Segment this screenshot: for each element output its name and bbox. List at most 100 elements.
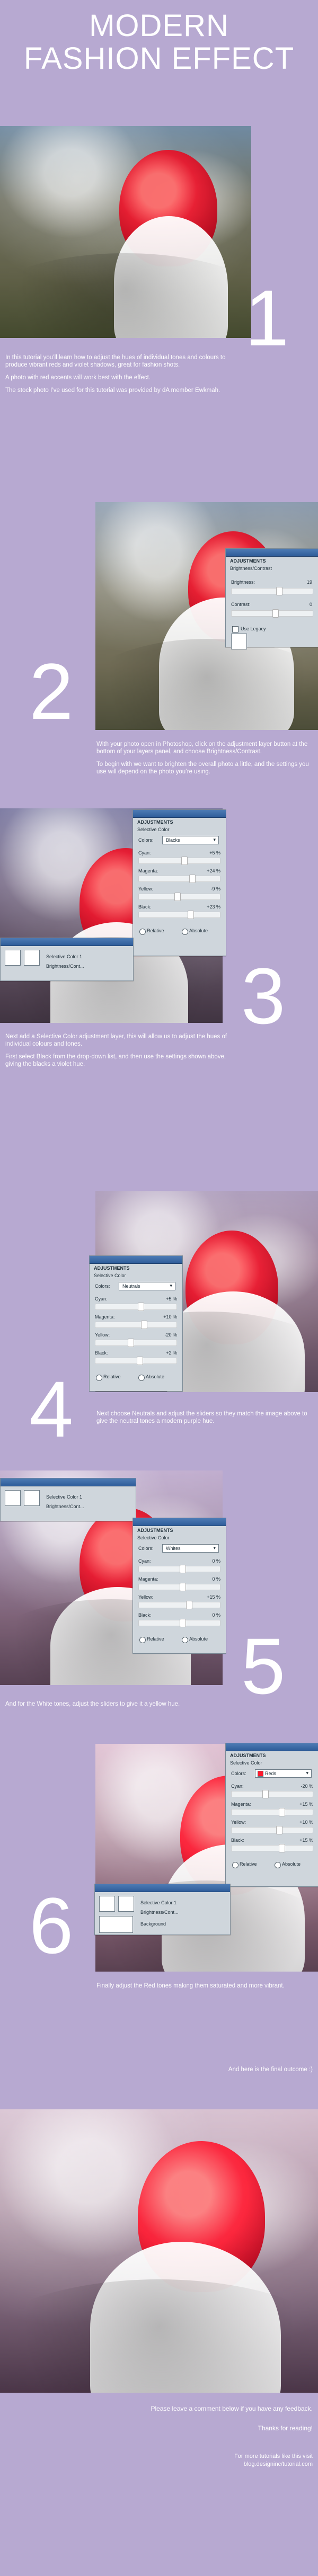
red-swatch-icon xyxy=(258,1771,263,1777)
black-slider[interactable] xyxy=(231,1844,313,1852)
cyan-slider[interactable] xyxy=(95,1303,177,1311)
magenta-slider[interactable] xyxy=(95,1321,177,1329)
magenta-slider-knob[interactable] xyxy=(278,1808,285,1816)
step-number-2: 2 xyxy=(29,647,73,736)
magenta-slider-knob[interactable] xyxy=(140,1321,147,1329)
colors-dropdown-value: Reds xyxy=(265,1771,277,1776)
final-outcome-photo xyxy=(0,2109,318,2393)
yellow-slider-knob[interactable] xyxy=(276,1826,283,1834)
magenta-value: +10 % xyxy=(163,1314,177,1320)
cyan-value: +5 % xyxy=(166,1296,177,1302)
colors-dropdown[interactable]: Blacks ▾ xyxy=(162,836,219,844)
footer: Please leave a comment below if you have… xyxy=(95,2405,313,2468)
yellow-slider[interactable] xyxy=(138,893,220,901)
thanks-text: Thanks for reading! xyxy=(258,2425,313,2432)
magenta-slider[interactable] xyxy=(138,1583,220,1591)
magenta-value: +15 % xyxy=(299,1802,313,1807)
cyan-slider-knob[interactable] xyxy=(262,1790,269,1798)
black-slider-knob[interactable] xyxy=(187,911,194,919)
black-slider[interactable] xyxy=(95,1357,177,1365)
layer-name: Selective Color 1 xyxy=(140,1900,177,1905)
adjustments-panel-selective-white: ADJUSTMENTS Selective Color Colors: Whit… xyxy=(132,1518,226,1654)
cyan-slider[interactable] xyxy=(231,1790,313,1798)
layer-thumbnail xyxy=(24,950,40,966)
method-relative-radio[interactable] xyxy=(232,1862,238,1868)
magenta-slider-knob[interactable] xyxy=(189,875,196,883)
colors-dropdown-value: Whites xyxy=(166,1546,181,1551)
step-3-text: Next add a Selective Color adjustment la… xyxy=(5,1033,228,1073)
panel-titlebar xyxy=(226,1743,318,1751)
panel-title: ADJUSTMENTS xyxy=(94,1265,130,1271)
panel-titlebar xyxy=(133,810,226,818)
black-slider-knob[interactable] xyxy=(137,1357,144,1365)
cyan-slider-knob[interactable] xyxy=(137,1303,144,1311)
yellow-slider-knob[interactable] xyxy=(186,1601,192,1609)
yellow-slider-knob[interactable] xyxy=(128,1339,135,1347)
cyan-value: 0 % xyxy=(212,1558,220,1564)
layer-thumbnail xyxy=(5,1490,21,1506)
cyan-label: Cyan: xyxy=(138,850,151,855)
black-slider[interactable] xyxy=(138,1619,220,1627)
colors-dropdown[interactable]: Whites ▾ xyxy=(162,1544,219,1553)
layer-name: Brightness/Cont... xyxy=(140,1910,179,1915)
cyan-label: Cyan: xyxy=(138,1558,151,1564)
cyan-slider-knob[interactable] xyxy=(181,857,188,865)
cyan-slider[interactable] xyxy=(138,857,220,865)
method-absolute-radio[interactable] xyxy=(138,1375,145,1381)
black-slider-knob[interactable] xyxy=(278,1844,285,1852)
layers-panel-small: Selective Color 1 Brightness/Cont... xyxy=(0,1478,136,1521)
layers-panel-small: Selective Color 1 Brightness/Cont... xyxy=(0,938,134,981)
yellow-value: +15 % xyxy=(207,1594,220,1600)
magenta-value: +24 % xyxy=(207,868,220,873)
title-line-1: MODERN xyxy=(89,8,229,43)
layer-name: Selective Color 1 xyxy=(46,954,83,959)
yellow-slider[interactable] xyxy=(231,1826,313,1834)
method-relative-radio[interactable] xyxy=(96,1375,102,1381)
contrast-slider-knob[interactable] xyxy=(272,609,279,618)
black-value: +15 % xyxy=(299,1838,313,1843)
brightness-slider[interactable] xyxy=(231,587,313,595)
panel-title: ADJUSTMENTS xyxy=(137,819,173,825)
contrast-value: 0 xyxy=(309,602,312,607)
more-tutorials-line-1: For more tutorials like this visit xyxy=(234,2453,313,2459)
step-1-paragraph-2: A photo with red accents will work best … xyxy=(5,375,151,381)
yellow-slider[interactable] xyxy=(95,1339,177,1347)
use-legacy-checkbox[interactable] xyxy=(232,626,238,632)
method-absolute-radio[interactable] xyxy=(182,1637,188,1643)
yellow-slider-knob[interactable] xyxy=(174,893,181,901)
black-value: 0 % xyxy=(212,1612,220,1618)
step-number-6: 6 xyxy=(29,1881,73,1970)
layer-name: Brightness/Cont... xyxy=(46,1504,84,1509)
final-outcome-intro-text: And here is the final outcome :) xyxy=(228,2066,313,2073)
step-2-text: With your photo open in Photoshop, click… xyxy=(96,741,314,781)
method-relative-radio[interactable] xyxy=(139,929,146,935)
magenta-slider[interactable] xyxy=(138,875,220,883)
black-slider[interactable] xyxy=(138,911,220,919)
method-absolute-radio[interactable] xyxy=(275,1862,281,1868)
brightness-slider-knob[interactable] xyxy=(276,587,283,595)
magenta-slider-knob[interactable] xyxy=(179,1583,186,1591)
yellow-value: -9 % xyxy=(210,886,220,892)
step-number-3: 3 xyxy=(241,951,285,1040)
colors-dropdown[interactable]: Neutrals ▾ xyxy=(119,1282,175,1290)
yellow-label: Yellow: xyxy=(231,1820,246,1825)
method-absolute-label: Absolute xyxy=(282,1861,301,1867)
yellow-slider[interactable] xyxy=(138,1601,220,1609)
magenta-slider[interactable] xyxy=(231,1808,313,1816)
cyan-slider[interactable] xyxy=(138,1565,220,1573)
colors-label: Colors: xyxy=(138,1546,154,1551)
black-label: Black: xyxy=(95,1350,108,1356)
magenta-label: Magenta: xyxy=(231,1802,251,1807)
magenta-label: Magenta: xyxy=(95,1314,115,1320)
magenta-value: 0 % xyxy=(212,1576,220,1582)
chevron-down-icon: ▾ xyxy=(170,1283,172,1288)
contrast-slider[interactable] xyxy=(231,609,313,618)
method-relative-radio[interactable] xyxy=(139,1637,146,1643)
black-slider-knob[interactable] xyxy=(179,1619,186,1627)
colors-dropdown[interactable]: Reds ▾ xyxy=(255,1769,312,1778)
page-title: MODERN FASHION EFFECT xyxy=(0,10,318,75)
method-absolute-radio[interactable] xyxy=(182,929,188,935)
final-outcome-intro: And here is the final outcome :) xyxy=(170,2066,313,2073)
black-label: Black: xyxy=(138,1612,152,1618)
cyan-slider-knob[interactable] xyxy=(179,1565,186,1573)
